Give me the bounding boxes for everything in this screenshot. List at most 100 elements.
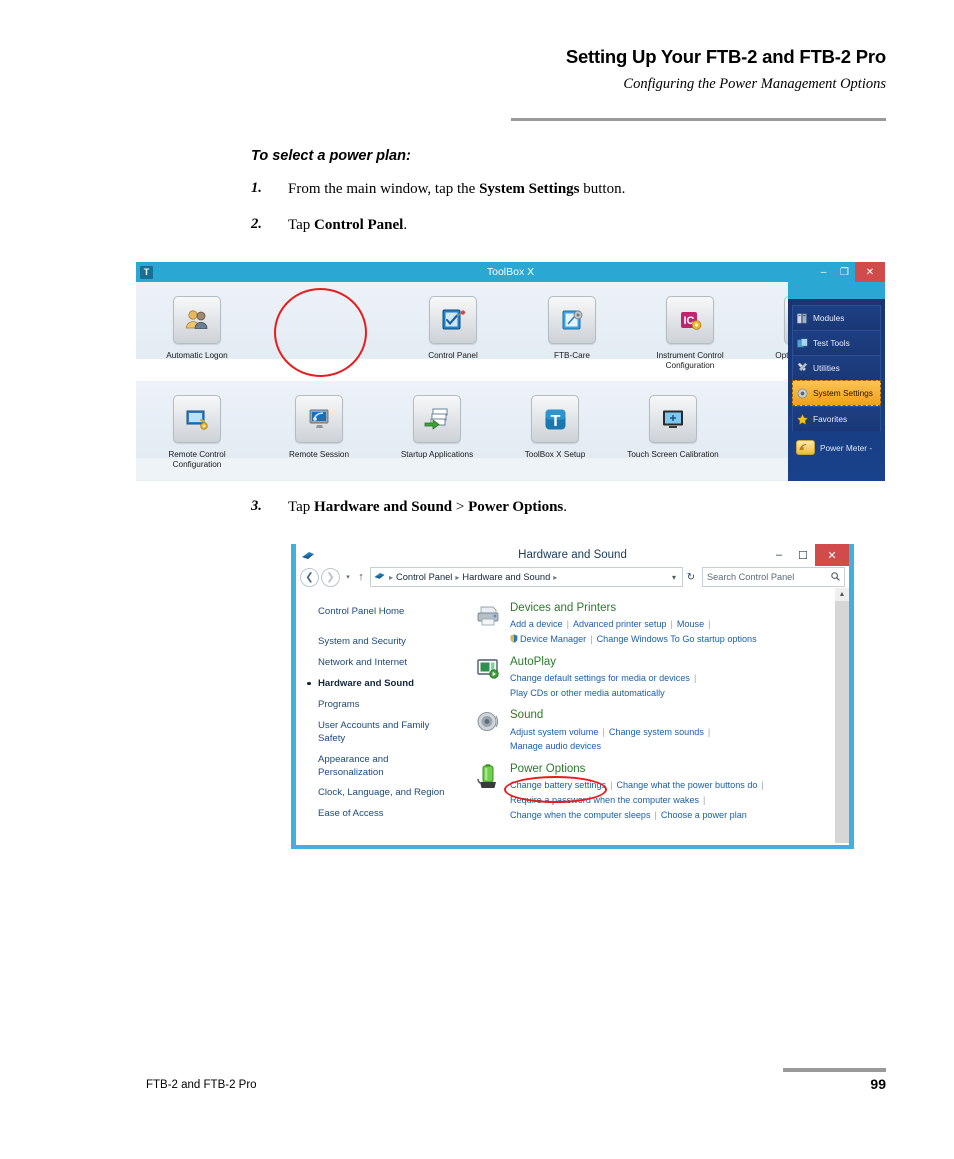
step-1-number: 1. xyxy=(251,180,262,196)
toolbox-item-toolbox-x-setup[interactable]: T ToolBox X Setup xyxy=(490,395,620,460)
toolbox-item-label: Control Panel xyxy=(428,351,478,360)
toolbox-item-automatic-logon[interactable]: Automatic Logon xyxy=(136,296,262,361)
sidebar-item-label: Utilities xyxy=(813,363,840,373)
recent-locations-icon[interactable]: ▾ xyxy=(342,573,354,581)
chevron-down-icon[interactable]: ▾ xyxy=(672,573,679,582)
link-row: Adjust system volume | Change system sound… xyxy=(510,726,711,737)
control-panel-window-controls: – ☐ ✕ xyxy=(767,544,849,566)
link-change-windows-to-go-startup-options[interactable]: Change Windows To Go startup options xyxy=(597,634,757,644)
sidebar-item-modules[interactable]: Modules xyxy=(792,305,881,330)
link-change-system-sounds[interactable]: Change system sounds xyxy=(609,727,704,737)
sidebar-item-favorites[interactable]: Favorites xyxy=(792,406,881,431)
toolbox-item-ftb-care[interactable]: FTB-Care xyxy=(507,296,637,361)
instrument-control-icon: IC xyxy=(666,296,714,344)
toolbox-item-label: Instrument Control Configuration xyxy=(656,351,724,371)
section-sound: Sound Adjust system volume | Change system… xyxy=(474,709,849,754)
forward-button[interactable]: ❯ xyxy=(321,567,340,587)
vertical-scrollbar[interactable]: ▲ xyxy=(835,588,849,843)
section-title[interactable]: Power Options xyxy=(510,763,849,776)
nav-hardware-and-sound[interactable]: Hardware and Sound xyxy=(307,678,468,691)
sidebar-power-meter-label: Power Meter - xyxy=(820,442,873,453)
header-divider xyxy=(511,118,886,121)
link-play-cds-or-other-media-automatically[interactable]: Play CDs or other media automatically xyxy=(510,688,665,698)
sidebar-item-utilities[interactable]: Utilities xyxy=(792,355,881,380)
link-row: Change battery settings | Change what the … xyxy=(510,780,764,791)
sound-icon xyxy=(476,710,504,736)
control-panel-content: Control Panel Home System and Security N… xyxy=(296,588,849,843)
nav-appearance-and-personalization[interactable]: Appearance and Personalization xyxy=(318,754,418,780)
restore-icon[interactable]: ❐ xyxy=(834,262,855,282)
section-title[interactable]: AutoPlay xyxy=(510,656,849,669)
nav-control-panel-home[interactable]: Control Panel Home xyxy=(318,606,468,619)
section-title[interactable]: Devices and Printers xyxy=(510,602,849,615)
sidebar-item-system-settings[interactable]: System Settings xyxy=(792,380,881,406)
nav-clock-language-and-region[interactable]: Clock, Language, and Region xyxy=(318,787,468,800)
step-1-text: From the main window, tap the System Set… xyxy=(288,181,626,197)
minimize-icon[interactable]: – xyxy=(813,262,834,282)
nav-network-and-internet[interactable]: Network and Internet xyxy=(318,657,468,670)
sidebar-power-meter-item[interactable]: Power Meter - xyxy=(792,438,881,457)
touch-calibration-icon xyxy=(649,395,697,443)
toolbox-titlebar: T ToolBox X – ❐ ✕ xyxy=(136,262,885,282)
toolbox-window-title: ToolBox X xyxy=(486,266,535,278)
link-change-when-the-computer-sleeps[interactable]: Change when the computer sleeps xyxy=(510,810,651,820)
back-button[interactable]: ❮ xyxy=(300,567,319,587)
maximize-icon[interactable]: ☐ xyxy=(791,544,815,566)
link-add-a-device[interactable]: Add a device xyxy=(510,619,563,629)
section-autoplay: AutoPlay Change default settings for med… xyxy=(474,656,849,701)
nav-system-and-security[interactable]: System and Security xyxy=(318,636,468,649)
toolbox-item-remote-session[interactable]: Remote Session xyxy=(254,395,384,460)
toolbox-sidebar-top-strip xyxy=(788,282,885,299)
test-tools-icon xyxy=(797,337,808,347)
toolbox-item-control-panel[interactable]: Control Panel xyxy=(388,296,518,361)
toolbox-body: Automatic Logon Control Panel FTB-Care I… xyxy=(136,282,885,481)
step-2: 2. Tap Control Panel. xyxy=(251,216,954,236)
control-panel-titlebar: Hardware and Sound – ☐ ✕ xyxy=(296,544,849,566)
scroll-up-icon[interactable]: ▲ xyxy=(835,588,849,601)
link-change-battery-settings[interactable]: Change battery settings xyxy=(510,780,606,790)
section-title[interactable]: Sound xyxy=(510,709,849,722)
control-panel-main-pane: Devices and Printers Add a device | Advanc… xyxy=(468,588,849,843)
users-icon xyxy=(173,296,221,344)
toolbox-item-startup-applications[interactable]: Startup Applications xyxy=(372,395,502,460)
search-input[interactable]: Search Control Panel xyxy=(702,567,845,587)
section-links: Change battery settings | Change what the … xyxy=(510,778,849,822)
link-row: Play CDs or other media automatically xyxy=(510,686,849,701)
toolbox-item-touch-screen-calibration[interactable]: Touch Screen Calibration xyxy=(608,395,738,460)
toolbox-item-label: Automatic Logon xyxy=(166,351,228,360)
minimize-icon[interactable]: – xyxy=(767,544,791,566)
page-header: Setting Up Your FTB-2 and FTB-2 Pro Conf… xyxy=(0,46,954,121)
close-icon[interactable]: ✕ xyxy=(855,262,885,282)
sidebar-item-test-tools[interactable]: Test Tools xyxy=(792,330,881,355)
control-panel-address-bar: ❮ ❯ ▾ ↑ ▸ Control Panel ▸ Hardware and S… xyxy=(296,566,849,588)
link-require-a-password-when-the-computer-wakes[interactable]: Require a password when the computer wak… xyxy=(510,795,699,805)
section-links: Add a device | Advanced printer setup | Mous… xyxy=(510,617,849,646)
link-device-manager[interactable]: Device Manager xyxy=(520,634,586,644)
shield-icon xyxy=(510,633,518,643)
control-panel-small-icon xyxy=(374,571,386,583)
nav-ease-of-access[interactable]: Ease of Access xyxy=(318,808,468,821)
toolbox-icon-grid: Automatic Logon Control Panel FTB-Care I… xyxy=(136,282,841,481)
breadcrumb-item-hardware-and-sound[interactable]: Hardware and Sound xyxy=(462,572,550,582)
toolbox-item-instrument-control-configuration[interactable]: IC Instrument Control Configuration xyxy=(625,296,755,372)
procedure-step-3-block: 3. Tap Hardware and Sound > Power Option… xyxy=(0,498,954,518)
link-advanced-printer-setup[interactable]: Advanced printer setup xyxy=(573,619,667,629)
footer-divider xyxy=(783,1068,886,1072)
nav-user-accounts-and-family-safety[interactable]: User Accounts and Family Safety xyxy=(318,720,438,746)
link-change-default-settings-for-media-or-devices[interactable]: Change default settings for media or dev… xyxy=(510,673,690,683)
refresh-icon[interactable]: ↻ xyxy=(683,572,699,583)
link-mouse[interactable]: Mouse xyxy=(677,619,704,629)
link-manage-audio-devices[interactable]: Manage audio devices xyxy=(510,741,601,751)
link-adjust-system-volume[interactable]: Adjust system volume xyxy=(510,727,598,737)
link-change-what-the-power-buttons-do[interactable]: Change what the power buttons do xyxy=(616,780,757,790)
close-icon[interactable]: ✕ xyxy=(815,544,849,566)
up-button[interactable]: ↑ xyxy=(354,571,368,583)
breadcrumb[interactable]: ▸ Control Panel ▸ Hardware and Sound ▸ ▾ xyxy=(370,567,683,587)
step-1: 1. From the main window, tap the System … xyxy=(251,180,954,200)
nav-programs[interactable]: Programs xyxy=(318,699,468,712)
breadcrumb-item-control-panel[interactable]: Control Panel xyxy=(396,572,452,582)
toolbox-item-remote-control-configuration[interactable]: Remote Control Configuration xyxy=(136,395,262,471)
link-choose-a-power-plan[interactable]: Choose a power plan xyxy=(661,810,747,820)
toolbox-item-label: FTB-Care xyxy=(554,351,590,360)
page-title: Setting Up Your FTB-2 and FTB-2 Pro xyxy=(565,46,886,67)
